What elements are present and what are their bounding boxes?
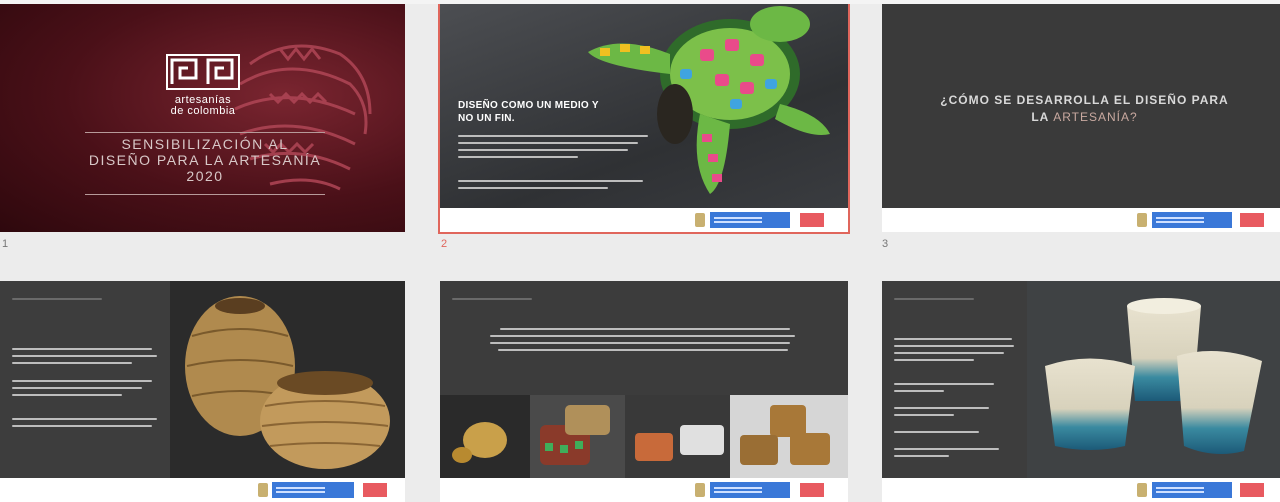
text-panel [882,281,1027,478]
text-panel [0,281,170,478]
brand-logo-small [1240,213,1264,227]
brand-logo: artesanías de colombia [166,54,240,117]
logo-icon [166,54,240,90]
slide-footer [0,478,405,502]
brand-logo-small [1240,483,1264,497]
ministry-logo [710,482,790,498]
slide-number-1: 1 [2,238,9,250]
question-line-1: ¿CÓMO SE DESARROLLA EL DISEÑO PARA [940,93,1229,107]
slide-thumbnail-6[interactable] [882,281,1280,502]
seal-icon [695,213,705,227]
slide-footer [882,208,1280,232]
question-line-2: LA [1031,110,1054,124]
title-rule-top [85,132,325,133]
slide-thumbnail-1[interactable]: artesanías de colombia SENSIBILIZACIÓN A… [0,4,405,232]
top-edge-strip [0,0,1280,4]
slide-body: DISEÑO COMO UN MEDIO Y NO UN FIN. [458,99,658,194]
title-line-3: 2020 [186,168,224,184]
slide-footer [882,478,1280,502]
slide-footer [440,208,848,232]
brand-logo-small [800,213,824,227]
title-line-1: SENSIBILIZACIÓN AL [121,136,289,152]
woven-baskets-image [170,281,405,478]
slide-number-3: 3 [882,238,889,250]
title-rule-bottom [85,194,325,195]
title-line-2: DISEÑO PARA LA ARTESANÍA [88,152,322,168]
slide-thumbnail-5[interactable] [440,281,848,502]
slide-title: SENSIBILIZACIÓN AL DISEÑO PARA LA ARTESA… [80,136,330,184]
question-accent-word: ARTESANÍA? [1053,110,1138,124]
slide-thumbnail-2[interactable]: DISEÑO COMO UN MEDIO Y NO UN FIN. [438,2,850,234]
slide-question: ¿CÓMO SE DESARROLLA EL DISEÑO PARA LA AR… [922,92,1247,126]
slide-number-2: 2 [441,238,448,250]
ministry-logo [1152,482,1232,498]
decorative-pattern-image [234,44,372,191]
ceramic-vessels-image [1027,281,1280,478]
crafts-collage-image [440,395,848,478]
seal-icon [258,483,268,497]
seal-icon [695,483,705,497]
brand-logo-small [363,483,387,497]
logo-wordmark-line-2: de colombia [170,105,236,117]
brand-logo-small [800,483,824,497]
slide-thumbnail-4[interactable] [0,281,405,502]
seal-icon [1137,213,1147,227]
seal-icon [1137,483,1147,497]
heading-line-1: DISEÑO COMO UN MEDIO Y [458,100,599,111]
ministry-logo [272,482,354,498]
slide-thumbnail-3[interactable]: ¿CÓMO SE DESARROLLA EL DISEÑO PARA LA AR… [882,4,1280,232]
slide-footer [440,478,848,502]
ministry-logo [710,212,790,228]
heading-line-2: NO UN FIN. [458,113,515,124]
ministry-logo [1152,212,1232,228]
